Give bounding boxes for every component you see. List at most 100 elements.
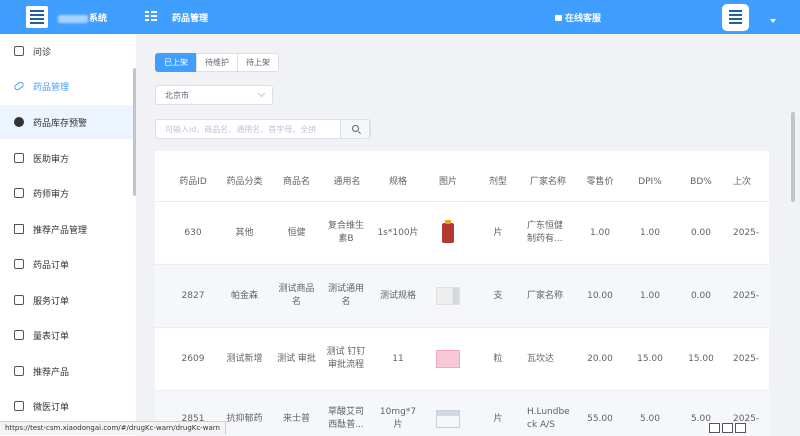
- sidebar-item-label: 微医订单: [33, 403, 70, 413]
- main-scrollbar[interactable]: [791, 112, 795, 202]
- cell-maker: 广东恒健制药有...: [527, 221, 564, 244]
- cell-form: 片: [493, 413, 503, 424]
- cell-last: 2025-: [733, 290, 760, 301]
- sidebar-item-label: 药品库存预警: [33, 119, 88, 129]
- col-header-form: 剂型: [488, 176, 507, 187]
- system-name-suffix: 系统: [89, 14, 108, 24]
- avatar[interactable]: [722, 4, 749, 31]
- sidebar-item-label: 问诊: [33, 48, 52, 58]
- search-button[interactable]: [340, 119, 370, 139]
- sidebar-item-weiyi-orders[interactable]: 微医订单: [0, 389, 136, 423]
- search-input[interactable]: [156, 120, 342, 138]
- system-logo: [26, 6, 48, 28]
- product-thumbnail[interactable]: [436, 287, 460, 305]
- cell-image[interactable]: [423, 202, 473, 264]
- col-header-generic-name: 通用名: [333, 176, 361, 187]
- sidebar-item-label: 药品管理: [33, 83, 70, 93]
- cell-last: 2025-: [733, 353, 760, 364]
- cell-image[interactable]: [423, 265, 473, 327]
- tool-icon[interactable]: [709, 423, 720, 433]
- floating-toolbar: [709, 423, 753, 435]
- cell-category: 其他: [235, 227, 254, 238]
- cell-price: 10.00: [587, 290, 613, 301]
- cell-spec: 测试规格: [379, 290, 416, 301]
- city-select[interactable]: 北京市: [155, 85, 273, 105]
- main-content: 已上架 待维护 待上架 北京市 药品ID 药品分类 商品名 通用名 规格 图片 …: [136, 34, 800, 436]
- cell-generic-name: 草酸艾司西酞普...: [327, 407, 364, 430]
- col-header-category: 药品分类: [226, 176, 263, 187]
- system-name: 系统: [58, 11, 107, 24]
- sidebar-item-consultation[interactable]: 问诊: [0, 34, 136, 68]
- tool-icon[interactable]: [735, 423, 746, 433]
- product-thumbnail[interactable]: [442, 220, 454, 243]
- caret-down-icon[interactable]: [770, 19, 776, 23]
- sidebar-item-assistant-review[interactable]: 医助审方: [0, 141, 136, 175]
- sidebar-item-stock-warning[interactable]: 药品库存预警: [0, 105, 136, 139]
- folder-icon: [14, 224, 24, 234]
- sidebar-item-drug-management[interactable]: 药品管理: [0, 69, 136, 103]
- page-title: 药品管理: [172, 14, 209, 24]
- cell-spec: 11: [392, 353, 404, 364]
- cell-maker: 瓦坎达: [527, 353, 555, 364]
- tool-icon[interactable]: [722, 423, 733, 433]
- online-service-link[interactable]: 在线客服: [555, 11, 601, 24]
- clinic-icon: [14, 46, 24, 56]
- sidebar-item-recommend-manage[interactable]: 推荐产品管理: [0, 212, 136, 246]
- sidebar-item-label: 推荐产品: [33, 368, 70, 378]
- sidebar-item-label: 药品订单: [33, 261, 70, 271]
- top-header: 系统 药品管理 在线客服: [0, 0, 800, 34]
- cell-id: 2609: [181, 353, 205, 364]
- cell-generic-name: 测试通用名: [327, 284, 364, 307]
- sidebar: 问诊 药品管理 药品库存预警 医助审方 药师审方 推荐产品管理 药品订单 服务订…: [0, 34, 136, 436]
- cell-bd: 15.00: [688, 353, 714, 364]
- cell-dpi: 1.00: [639, 227, 661, 238]
- tab-listed[interactable]: 已上架: [155, 53, 197, 72]
- city-select-value: 北京市: [165, 91, 189, 100]
- cell-last: 2025-: [733, 227, 760, 238]
- product-thumbnail[interactable]: [436, 410, 460, 428]
- cell-id: 2827: [181, 290, 205, 301]
- sidebar-item-scale-orders[interactable]: 量表订单: [0, 318, 136, 352]
- cell-trade-name: 测试 审批: [277, 353, 316, 364]
- sidebar-item-label: 药师审方: [33, 190, 70, 200]
- cell-trade-name: 恒健: [287, 227, 306, 238]
- sidebar-item-label: 量表订单: [33, 332, 70, 342]
- col-header-spec: 规格: [388, 176, 407, 187]
- cell-price: 1.00: [589, 227, 611, 238]
- col-header-maker: 厂家名称: [529, 176, 566, 187]
- cell-image[interactable]: [423, 401, 473, 436]
- cell-id: 630: [184, 227, 202, 238]
- status-tabs: 已上架 待维护 待上架: [155, 53, 279, 72]
- cell-spec: 10mg*7片: [379, 407, 417, 430]
- sidebar-item-recommend-products[interactable]: 推荐产品: [0, 354, 136, 388]
- col-header-last: 上次: [733, 176, 752, 187]
- cell-generic-name: 测试 钉钉审批流程: [326, 347, 366, 370]
- message-icon: [555, 15, 562, 21]
- pill-icon: [13, 80, 25, 92]
- cell-trade-name: 来士普: [282, 413, 310, 424]
- product-thumbnail[interactable]: [436, 350, 460, 368]
- status-bar-url: https://test-csm.xiaodongai.com/#/drugKc…: [0, 421, 226, 435]
- tab-pending[interactable]: 待上架: [237, 53, 279, 72]
- sidebar-item-service-orders[interactable]: 服务订单: [0, 283, 136, 317]
- cell-generic-name: 复合维生素B: [327, 221, 364, 244]
- copy-icon: [14, 330, 24, 340]
- cell-maker: 厂家名称: [527, 290, 564, 301]
- sidebar-item-label: 服务订单: [33, 297, 70, 307]
- cell-category: 测试新增: [226, 353, 263, 364]
- sidebar-item-drug-orders[interactable]: 药品订单: [0, 247, 136, 281]
- sidebar-item-pharmacist-review[interactable]: 药师审方: [0, 176, 136, 210]
- order2-icon: [14, 401, 24, 411]
- cell-bd: 0.00: [690, 290, 712, 301]
- cell-form: 片: [493, 227, 503, 238]
- cell-bd: 0.00: [690, 227, 712, 238]
- tab-maintenance[interactable]: 待维护: [196, 53, 238, 72]
- cell-image[interactable]: [423, 328, 473, 390]
- cell-spec: 1s*100片: [377, 227, 419, 238]
- col-header-price: 零售价: [586, 176, 614, 187]
- cell-price: 55.00: [587, 413, 613, 424]
- menu-toggle-icon[interactable]: [145, 11, 157, 21]
- cell-form: 粒: [493, 353, 503, 364]
- search-bar: [155, 119, 371, 139]
- alert-icon: [14, 117, 24, 127]
